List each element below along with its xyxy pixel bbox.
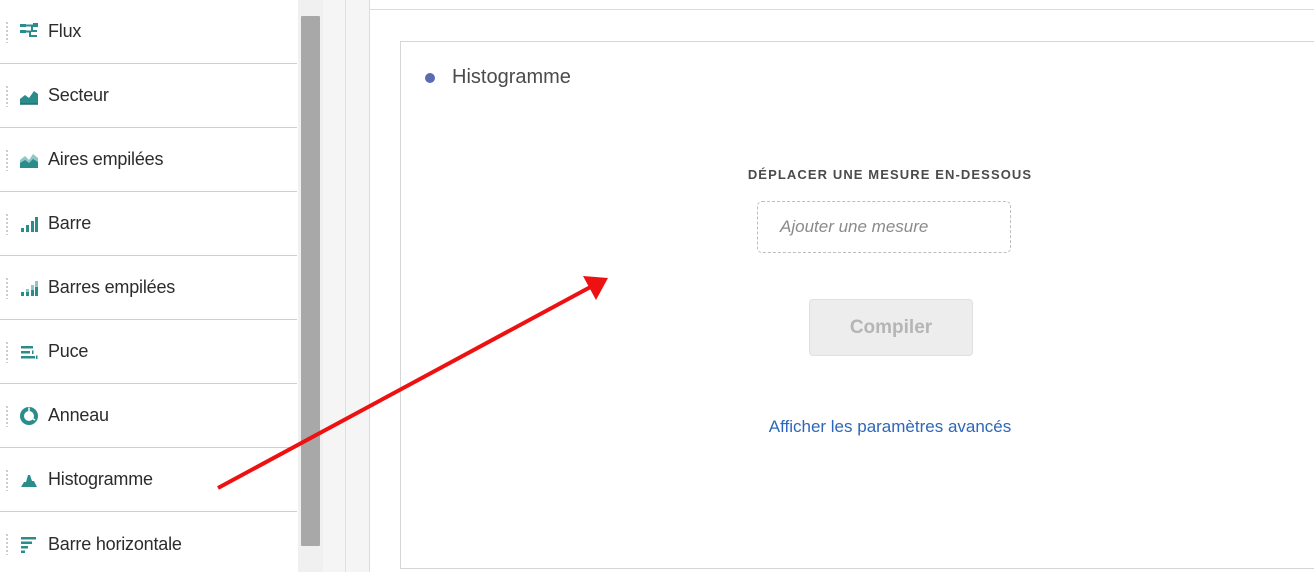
- bar-chart-icon: [18, 213, 40, 235]
- viz-item-label: Barres empilées: [48, 277, 176, 297]
- flow-icon: [18, 20, 40, 42]
- drag-handle[interactable]: [6, 404, 8, 427]
- drag-handle[interactable]: [6, 276, 8, 299]
- viz-item-label: Anneau: [48, 405, 109, 425]
- viz-item-puce[interactable]: Puce: [0, 320, 297, 384]
- donut-icon: [18, 405, 40, 427]
- area-chart-icon: [18, 85, 40, 107]
- panel-title[interactable]: Histogramme: [452, 66, 571, 89]
- viz-item-secteur[interactable]: Secteur: [0, 64, 297, 128]
- stacked-area-icon: [18, 149, 40, 171]
- viz-item-aires-empilees[interactable]: Aires empilées: [0, 128, 297, 192]
- drag-handle[interactable]: [6, 468, 8, 491]
- visualization-list: Flux Secteur Aires empilées Barre Barres…: [0, 0, 297, 572]
- add-metric-placeholder: Ajouter une mesure: [780, 217, 929, 236]
- rail-line: [345, 0, 346, 572]
- panel-status-dot: [425, 73, 435, 83]
- bullet-chart-icon: [18, 341, 40, 363]
- drag-handle[interactable]: [6, 340, 8, 363]
- add-metric-dropzone[interactable]: Ajouter une mesure: [757, 201, 1011, 253]
- drag-handle[interactable]: [6, 212, 8, 235]
- sidebar-scrollbar-thumb[interactable]: [301, 16, 320, 546]
- viz-item-label: Puce: [48, 341, 89, 361]
- viz-item-flux[interactable]: Flux: [0, 0, 297, 64]
- viz-item-anneau[interactable]: Anneau: [0, 384, 297, 448]
- viz-item-label: Aires empilées: [48, 149, 164, 169]
- drop-zone-label: DÉPLACER UNE MESURE EN-DESSOUS: [747, 167, 1033, 182]
- viz-item-label: Flux: [48, 21, 82, 41]
- workspace-top-divider: [370, 9, 1314, 10]
- viz-item-label: Barre horizontale: [48, 533, 182, 554]
- advanced-settings-link[interactable]: Afficher les paramètres avancés: [700, 417, 1080, 437]
- compile-button[interactable]: Compiler: [809, 299, 973, 356]
- viz-item-barres-empilees[interactable]: Barres empilées: [0, 256, 297, 320]
- viz-item-barre[interactable]: Barre: [0, 192, 297, 256]
- viz-item-label: Barre: [48, 213, 92, 233]
- viz-item-label: Histogramme: [48, 469, 153, 489]
- drag-handle[interactable]: [6, 148, 8, 171]
- drag-handle[interactable]: [6, 84, 8, 107]
- stacked-bar-icon: [18, 277, 40, 299]
- viz-item-barre-horizontale[interactable]: Barre horizontale: [0, 512, 297, 572]
- drag-handle[interactable]: [6, 533, 8, 555]
- viz-item-histogramme[interactable]: Histogramme: [0, 448, 297, 512]
- drag-handle[interactable]: [6, 20, 8, 43]
- horizontal-bar-icon: [18, 533, 40, 555]
- rail-divider: [323, 0, 370, 572]
- histogram-icon: [18, 469, 40, 491]
- viz-item-label: Secteur: [48, 85, 109, 105]
